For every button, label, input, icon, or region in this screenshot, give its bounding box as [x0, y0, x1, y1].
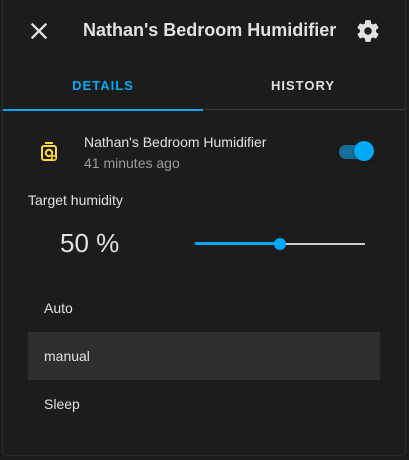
- dialog-header: Nathan's Bedroom Humidifier: [3, 0, 405, 62]
- target-humidity-value: 50 %: [60, 228, 120, 258]
- entity-name: Nathan's Bedroom Humidifier: [84, 134, 267, 150]
- target-humidity-slider[interactable]: [195, 234, 365, 254]
- mode-item-manual[interactable]: manual: [28, 332, 380, 380]
- close-icon: [30, 22, 48, 40]
- gear-icon: [357, 20, 379, 42]
- slider-fill: [195, 242, 280, 245]
- humidifier-icon: [41, 142, 58, 162]
- toggle-knob: [354, 141, 374, 161]
- tab-history[interactable]: HISTORY: [203, 62, 403, 110]
- tab-bar: DETAILS HISTORY: [3, 62, 405, 111]
- entity-row: Nathan's Bedroom Humidifier 41 minutes a…: [3, 128, 405, 176]
- close-button[interactable]: [25, 17, 53, 45]
- tab-details[interactable]: DETAILS: [3, 62, 203, 111]
- target-humidity-label: Target humidity: [28, 192, 123, 208]
- more-info-dialog: Nathan's Bedroom Humidifier DETAILS HIST…: [2, 0, 406, 456]
- mode-item-auto[interactable]: Auto: [28, 284, 380, 332]
- dialog-title: Nathan's Bedroom Humidifier: [83, 20, 337, 40]
- power-toggle[interactable]: [337, 140, 377, 164]
- slider-thumb[interactable]: [274, 238, 286, 250]
- last-changed: 41 minutes ago: [84, 155, 180, 171]
- settings-button[interactable]: [355, 18, 381, 44]
- mode-item-sleep[interactable]: Sleep: [28, 380, 380, 428]
- mode-list: Auto manual Sleep: [28, 284, 380, 428]
